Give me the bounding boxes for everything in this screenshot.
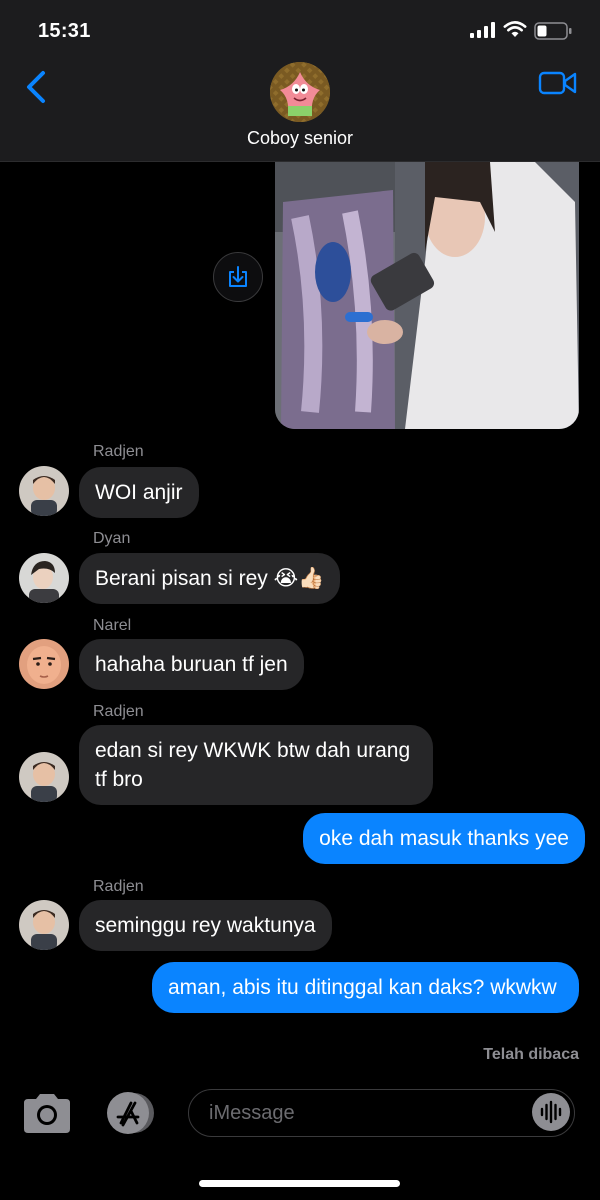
app-store-icon[interactable]: [104, 1091, 156, 1135]
message-bubble: hahaha buruan tf jen: [79, 639, 304, 690]
message-bubble: edan si rey WKWK btw dah urang tf bro: [79, 725, 433, 805]
avatar[interactable]: [19, 900, 69, 950]
signal-icon: [470, 22, 495, 38]
imessage-input[interactable]: [207, 1090, 511, 1137]
sender-name: Narel: [93, 617, 132, 634]
sender-name: Radjen: [93, 443, 144, 460]
voice-memo-icon: [540, 1100, 562, 1124]
voice-memo-button[interactable]: [532, 1093, 570, 1131]
sender-name: Dyan: [93, 530, 131, 547]
message-input-field[interactable]: [188, 1089, 575, 1137]
back-chevron-icon[interactable]: [22, 70, 50, 104]
read-receipt: Telah dibaca: [483, 1046, 579, 1063]
home-indicator[interactable]: [199, 1180, 400, 1187]
avatar[interactable]: [19, 752, 69, 802]
message-bubble: WOI anjir: [79, 467, 199, 518]
message-bubble: seminggu rey waktunya: [79, 900, 332, 951]
download-icon: [229, 266, 247, 287]
camera-icon[interactable]: [22, 1092, 72, 1134]
shared-photo[interactable]: [275, 162, 579, 429]
contact-name[interactable]: Coboy senior: [0, 128, 600, 149]
battery-icon: [534, 22, 572, 40]
message-bubble: Berani pisan si rey 😭👍🏻: [79, 553, 341, 604]
avatar[interactable]: [19, 639, 69, 689]
status-time: 15:31: [38, 20, 91, 42]
sender-name: Radjen: [93, 878, 144, 895]
avatar[interactable]: [19, 466, 69, 516]
avatar[interactable]: [19, 553, 69, 603]
conversation-header: Coboy senior: [0, 56, 600, 162]
download-button[interactable]: [213, 252, 263, 302]
wifi-icon: [503, 21, 527, 37]
contact-avatar[interactable]: [270, 62, 330, 122]
video-call-icon[interactable]: [538, 70, 578, 96]
message-bubble-outgoing: oke dah masuk thanks yee: [303, 813, 585, 864]
status-bar: 15:31: [0, 0, 600, 56]
sender-name: Radjen: [93, 703, 144, 720]
message-bubble-outgoing: aman, abis itu ditinggal kan daks? wkwkw: [152, 962, 579, 1013]
